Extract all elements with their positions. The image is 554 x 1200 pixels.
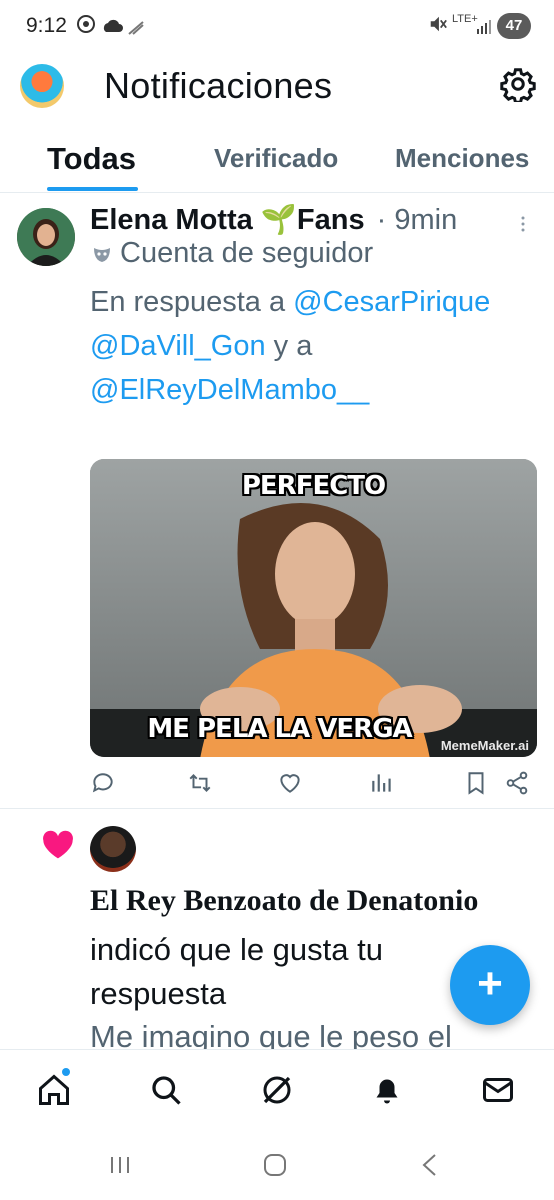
liker-avatar[interactable] xyxy=(90,826,136,872)
mute-icon xyxy=(430,16,447,32)
tab-menciones[interactable]: Menciones xyxy=(395,143,529,174)
tab-verificado[interactable]: Verificado xyxy=(214,143,338,174)
bottom-nav xyxy=(0,1049,554,1134)
home-button-icon[interactable] xyxy=(263,1153,287,1177)
page-title: Notificaciones xyxy=(104,65,333,106)
author-avatar[interactable] xyxy=(17,208,75,266)
tweet-media-image[interactable]: PERFECTO ME PELA LA VERGA MemeMaker.ai xyxy=(90,459,537,757)
mask-icon xyxy=(94,248,110,262)
tweet-time: 9min xyxy=(394,204,458,236)
grok-icon[interactable] xyxy=(259,1072,295,1108)
more-options-icon[interactable] xyxy=(520,212,526,236)
notification-text: indicó que le gusta tu respuesta xyxy=(90,932,383,1011)
soccer-icon xyxy=(77,15,95,33)
mention-link[interactable]: @DaVill_Gon xyxy=(90,330,266,362)
bookmark-icon[interactable] xyxy=(463,770,489,796)
system-nav-bar xyxy=(0,1133,554,1200)
reply-prefix: En respuesta a xyxy=(90,286,286,318)
reply-and: y a xyxy=(273,330,313,362)
home-icon[interactable] xyxy=(36,1072,72,1108)
profile-avatar[interactable] xyxy=(20,64,64,108)
account-label: Cuenta de seguidor xyxy=(120,237,374,269)
meme-top-text: PERFECTO xyxy=(241,471,386,501)
mail-icon[interactable] xyxy=(480,1072,516,1108)
liker-name[interactable]: El Rey Benzoato de Denatonio xyxy=(90,884,478,918)
home-notification-dot xyxy=(62,1068,70,1076)
meme-photo xyxy=(90,459,537,757)
compose-button[interactable]: + xyxy=(450,945,530,1025)
retweet-icon[interactable] xyxy=(187,770,213,796)
battery-indicator: 47 xyxy=(497,13,531,39)
wifi-icon xyxy=(477,20,491,34)
tweet-actions xyxy=(90,770,530,800)
cloud-icon xyxy=(103,19,123,32)
tweet-divider xyxy=(0,808,554,809)
signal-icon xyxy=(128,21,144,35)
bell-icon[interactable] xyxy=(369,1072,405,1108)
notification-snippet[interactable]: Me imagino que le peso el xyxy=(90,1015,520,1051)
gear-icon[interactable] xyxy=(500,66,536,102)
tab-todas[interactable]: Todas xyxy=(47,141,136,177)
views-icon[interactable] xyxy=(369,770,395,796)
share-icon[interactable] xyxy=(504,770,530,796)
mention-link[interactable]: @CesarPirique xyxy=(293,286,490,318)
separator: · xyxy=(376,204,387,236)
status-time: 9:12 xyxy=(26,14,67,37)
network-type: LTE+ xyxy=(452,13,478,25)
tabs-divider xyxy=(0,192,554,193)
avatar-portrait xyxy=(17,208,75,266)
tweet-author-name[interactable]: Elena Motta 🌱Fans · 9min xyxy=(90,203,457,237)
back-icon[interactable] xyxy=(420,1153,440,1177)
reply-icon[interactable] xyxy=(90,770,116,796)
recent-apps-icon[interactable] xyxy=(108,1153,132,1177)
heart-icon xyxy=(43,830,73,859)
mention-link[interactable]: @ElReyDelMambo__ xyxy=(90,374,369,406)
status-bar: 9:12 LTE+ 47 xyxy=(0,0,554,52)
reply-context: En respuesta a @CesarPirique @DaVill_Gon… xyxy=(90,280,540,412)
search-icon[interactable] xyxy=(148,1072,184,1108)
author-name-text: Elena Motta 🌱Fans xyxy=(90,204,365,236)
like-icon[interactable] xyxy=(277,770,303,796)
meme-watermark: MemeMaker.ai xyxy=(440,738,529,753)
tab-active-indicator xyxy=(47,187,138,191)
